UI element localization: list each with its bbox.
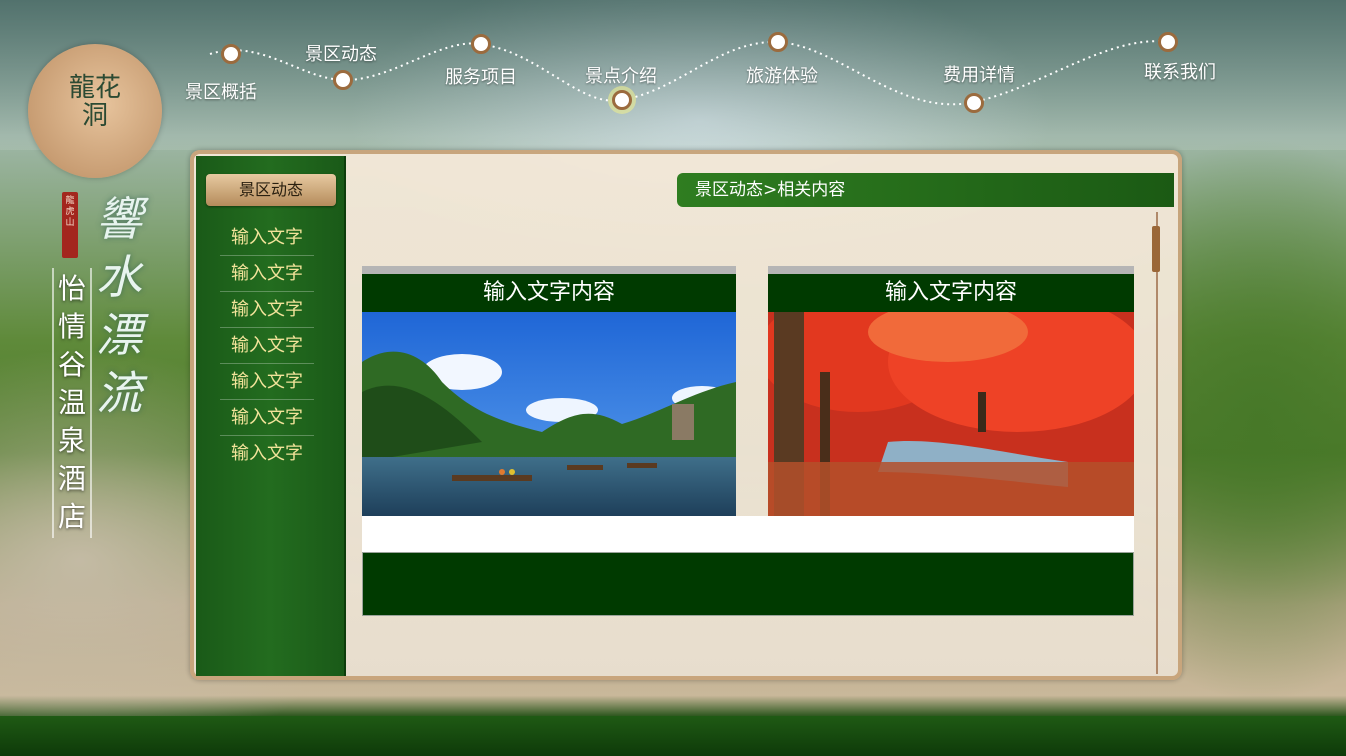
caption-white-strip <box>362 516 1134 552</box>
nav-dot-2[interactable] <box>333 70 353 90</box>
nav-dot-5[interactable] <box>768 32 788 52</box>
sidebar-item-3[interactable]: 输入文字 <box>220 292 314 328</box>
sidebar-item-4[interactable]: 输入文字 <box>220 328 314 364</box>
nav-dot-1[interactable] <box>221 44 241 64</box>
nav-dot-7[interactable] <box>1158 32 1178 52</box>
nav-item-contact[interactable]: 联系我们 <box>1144 58 1216 84</box>
red-maple-forest-photo[interactable] <box>768 312 1134 516</box>
sidebar-item-6[interactable]: 输入文字 <box>220 400 314 436</box>
nav-dot-3[interactable] <box>471 34 491 54</box>
sidebar-item-7[interactable]: 输入文字 <box>220 436 314 472</box>
content-card-1[interactable]: 输入文字内容 <box>362 266 736 516</box>
nav-dot-6[interactable] <box>964 93 984 113</box>
card-title: 输入文字内容 <box>362 274 736 312</box>
sidebar-item-2[interactable]: 输入文字 <box>220 256 314 292</box>
breadcrumb: 景区动态>相关内容 <box>677 173 1174 207</box>
nav-item-attractions[interactable]: 景点介绍 <box>585 62 657 88</box>
nav-dot-4-active[interactable] <box>612 90 632 110</box>
content-text-box <box>362 552 1134 616</box>
bottom-green-bar <box>0 716 1346 756</box>
nav-item-news[interactable]: 景区动态 <box>305 40 377 66</box>
nav-item-overview[interactable]: 景区概括 <box>185 78 257 104</box>
scrollbar-thumb[interactable] <box>1152 226 1160 272</box>
red-seal-stamp: 龍虎山 <box>62 192 78 258</box>
sidebar-heading: 景区动态 <box>206 174 336 206</box>
logo-text: 龍花洞 <box>68 73 121 131</box>
card-title: 输入文字内容 <box>768 274 1134 312</box>
sidebar-item-5[interactable]: 输入文字 <box>220 364 314 400</box>
hotel-name-vertical: 怡情谷温泉酒店 <box>52 268 92 538</box>
river-rafting-photo[interactable] <box>362 312 736 516</box>
sidebar-menu: 输入文字 输入文字 输入文字 输入文字 输入文字 输入文字 输入文字 <box>220 220 314 472</box>
card-top-bar <box>362 266 736 274</box>
calligraphy-title: 響水漂流 <box>96 192 142 420</box>
scrollbar-track[interactable] <box>1156 212 1158 674</box>
nav-item-services[interactable]: 服务项目 <box>445 63 517 89</box>
sidebar-item-1[interactable]: 输入文字 <box>220 220 314 256</box>
card-top-bar <box>768 266 1134 274</box>
nav-item-experience[interactable]: 旅游体验 <box>746 62 818 88</box>
nav-item-pricing[interactable]: 费用详情 <box>943 61 1015 87</box>
content-card-2[interactable]: 输入文字内容 <box>768 266 1134 516</box>
